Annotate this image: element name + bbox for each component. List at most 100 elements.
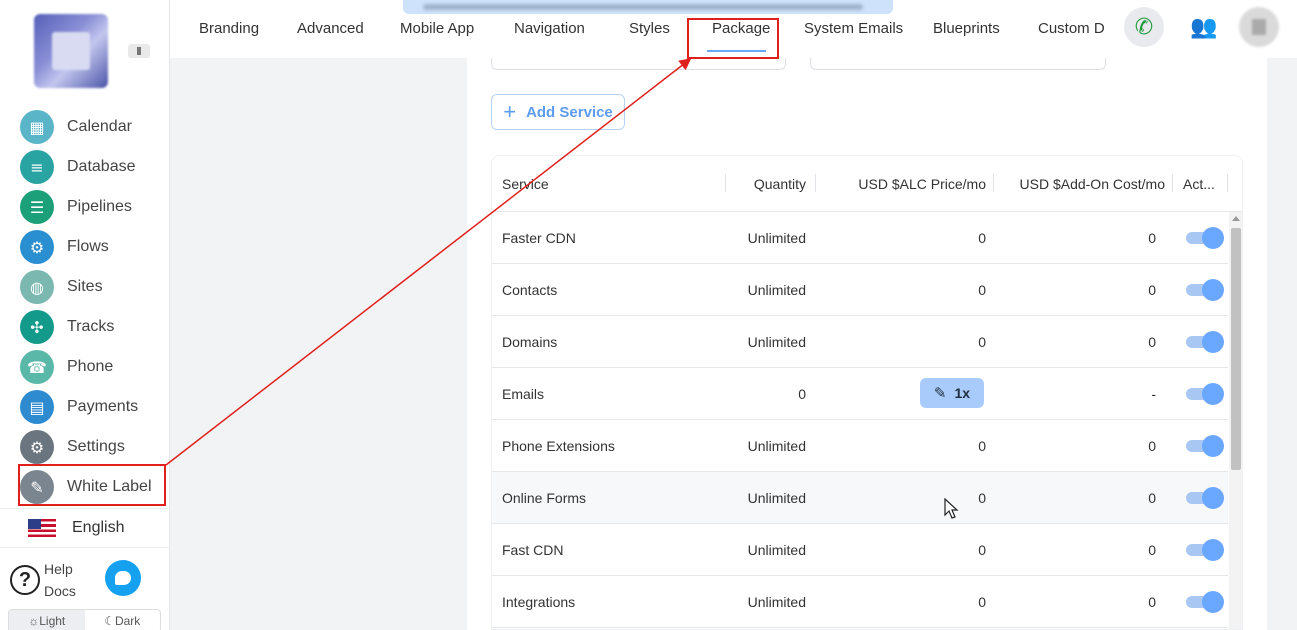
- addon-cost-value: -: [1151, 386, 1156, 402]
- service-name: Contacts: [502, 282, 558, 298]
- column-header-quantity[interactable]: Quantity: [754, 176, 806, 192]
- table-row[interactable]: Domains Unlimited 0 0: [492, 316, 1228, 368]
- sidebar-item-flows[interactable]: ⚙ Flows: [0, 227, 170, 267]
- sidebar-item-tracks[interactable]: ✣ Tracks: [0, 307, 170, 347]
- table-scrollbar[interactable]: [1229, 212, 1242, 629]
- us-flag-icon: [28, 519, 56, 537]
- addon-cost-value: 0: [1148, 334, 1156, 350]
- sidebar-item-label: Database: [67, 158, 136, 175]
- language-selector[interactable]: English: [0, 508, 170, 548]
- service-name: Fast CDN: [502, 542, 564, 558]
- add-service-button[interactable]: + Add Service: [491, 94, 625, 130]
- table-row[interactable]: Faster CDN Unlimited 0 0: [492, 212, 1228, 264]
- question-icon: ?: [10, 565, 40, 595]
- sidebar-item-label: Settings: [67, 438, 125, 455]
- addon-cost-value: 0: [1148, 490, 1156, 506]
- table-row[interactable]: Contacts Unlimited 0 0: [492, 264, 1228, 316]
- theme-dark-button[interactable]: ☾Dark: [85, 610, 161, 630]
- active-toggle[interactable]: [1186, 487, 1224, 509]
- scroll-up-icon[interactable]: [1232, 216, 1240, 221]
- help-docs-link[interactable]: ? Help Docs: [10, 558, 76, 602]
- database-icon: ≡: [20, 150, 54, 184]
- quantity-value: Unlimited: [747, 542, 806, 558]
- quantity-value: Unlimited: [747, 594, 806, 610]
- addon-cost-value: 0: [1148, 230, 1156, 246]
- flows-icon: ⚙: [20, 230, 54, 264]
- sidebar-item-phone[interactable]: ☎ Phone: [0, 347, 170, 387]
- alc-price-value: 0: [978, 438, 986, 454]
- sidebar-item-label: Pipelines: [67, 198, 132, 215]
- table-row[interactable]: Integrations Unlimited 0 0: [492, 576, 1228, 628]
- tab-styles[interactable]: Styles: [629, 20, 670, 37]
- sidebar-item-settings[interactable]: ⚙ Settings: [0, 427, 170, 467]
- quantity-value: Unlimited: [747, 282, 806, 298]
- payments-icon: ▤: [20, 390, 54, 424]
- tab-system-emails[interactable]: System Emails: [804, 20, 903, 37]
- phone-icon: ☎: [20, 350, 54, 384]
- table-row[interactable]: Phone Extensions Unlimited 0 0: [492, 420, 1228, 472]
- services-table: Service Quantity USD $ALC Price/mo USD $…: [491, 155, 1243, 630]
- theme-toggle: ☼Light ☾Dark: [8, 609, 161, 630]
- table-row[interactable]: Online Forms Unlimited 0 0: [492, 472, 1228, 524]
- column-header-service[interactable]: Service: [502, 176, 549, 192]
- alc-price-value: 0: [978, 542, 986, 558]
- active-toggle[interactable]: [1186, 539, 1224, 561]
- calendar-icon: ▦: [20, 110, 54, 144]
- plan-name-field[interactable]: [491, 58, 786, 70]
- pipelines-icon: ☰: [20, 190, 54, 224]
- sidebar-item-label: Calendar: [67, 118, 132, 135]
- company-logo[interactable]: [34, 14, 108, 88]
- addon-cost-value: 0: [1148, 542, 1156, 558]
- pencil-icon: ✎: [933, 384, 947, 402]
- sidebar-item-label: Sites: [67, 278, 103, 295]
- tab-advanced[interactable]: Advanced: [297, 20, 364, 37]
- alc-price-value: 0: [978, 230, 986, 246]
- language-label: English: [72, 519, 125, 536]
- sidebar-item-database[interactable]: ≡ Database: [0, 147, 170, 187]
- active-toggle[interactable]: [1186, 383, 1224, 405]
- phone-call-icon[interactable]: ✆: [1124, 7, 1164, 47]
- package-card: + Add Service Service Quantity USD $ALC …: [467, 58, 1267, 630]
- sidebar-item-calendar[interactable]: ▦ Calendar: [0, 107, 170, 147]
- sidebar-item-label: Phone: [67, 358, 114, 375]
- column-header-active[interactable]: Act...: [1183, 176, 1215, 192]
- chat-bubble-icon: [115, 571, 131, 585]
- sidebar-item-payments[interactable]: ▤ Payments: [0, 387, 170, 427]
- chat-button[interactable]: [105, 560, 141, 596]
- sidebar-item-label: Tracks: [67, 318, 115, 335]
- white-label-highlight: [18, 464, 166, 506]
- table-header: Service Quantity USD $ALC Price/mo USD $…: [492, 156, 1242, 212]
- team-icon[interactable]: 👥: [1184, 7, 1224, 47]
- addon-cost-value: 0: [1148, 594, 1156, 610]
- edit-price-button[interactable]: ✎ 1x: [920, 378, 984, 408]
- collapse-sidebar-button[interactable]: [128, 44, 150, 58]
- tab-mobile-app[interactable]: Mobile App: [400, 20, 474, 37]
- active-toggle[interactable]: [1186, 331, 1224, 353]
- scroll-thumb[interactable]: [1231, 228, 1241, 470]
- sidebar-item-pipelines[interactable]: ☰ Pipelines: [0, 187, 170, 227]
- column-header-addon-cost[interactable]: USD $Add-On Cost/mo: [1020, 176, 1166, 192]
- sidebar-item-label: Payments: [67, 398, 139, 415]
- plan-select-field[interactable]: [810, 58, 1106, 70]
- quantity-value: Unlimited: [747, 334, 806, 350]
- active-toggle[interactable]: [1186, 591, 1224, 613]
- tab-blueprints[interactable]: Blueprints: [933, 20, 1000, 37]
- settings-icon: ⚙: [20, 430, 54, 464]
- service-name: Faster CDN: [502, 230, 576, 246]
- active-toggle[interactable]: [1186, 279, 1224, 301]
- service-name: Domains: [502, 334, 558, 350]
- tab-custom-d[interactable]: Custom D: [1038, 20, 1105, 37]
- theme-light-button[interactable]: ☼Light: [9, 610, 85, 630]
- avatar[interactable]: [1239, 7, 1279, 47]
- sidebar-item-sites[interactable]: ◍ Sites: [0, 267, 170, 307]
- tab-branding[interactable]: Branding: [199, 20, 259, 37]
- table-row[interactable]: Emails 0 - ✎ 1x: [492, 368, 1228, 420]
- active-toggle[interactable]: [1186, 435, 1224, 457]
- column-header-alc-price[interactable]: USD $ALC Price/mo: [858, 176, 986, 192]
- mouse-cursor-icon: [944, 498, 959, 519]
- table-row[interactable]: Fast CDN Unlimited 0 0: [492, 524, 1228, 576]
- tab-navigation[interactable]: Navigation: [514, 20, 585, 37]
- sites-icon: ◍: [20, 270, 54, 304]
- active-toggle[interactable]: [1186, 227, 1224, 249]
- addon-cost-value: 0: [1148, 438, 1156, 454]
